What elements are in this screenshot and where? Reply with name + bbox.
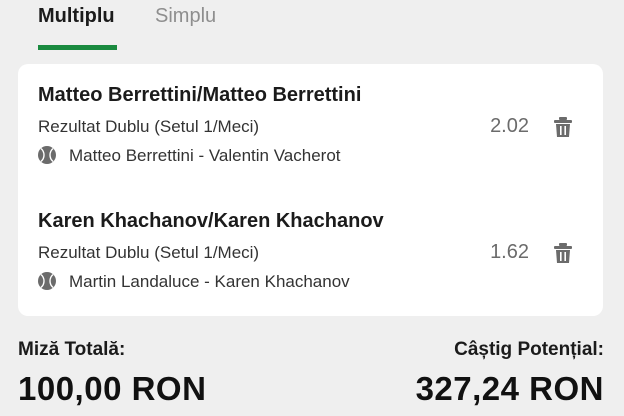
potential-win-label: Câștig Potențial: — [454, 339, 604, 360]
bet-odds: 1.62 — [490, 241, 529, 263]
bet-type-tabs: Multiplu Simplu — [0, 0, 624, 52]
bet-market: Rezultat Dublu (Setul 1/Meci) — [38, 243, 260, 262]
bet-selection-title: Karen Khachanov/Karen Khachanov — [38, 210, 384, 232]
tab-multiplu[interactable]: Multiplu — [38, 5, 115, 28]
bet-selection-title: Matteo Berrettini/Matteo Berrettini — [38, 84, 362, 106]
trash-icon[interactable] — [553, 116, 573, 138]
total-stake-value[interactable]: 100,00 RON — [18, 370, 206, 408]
bet-event: Martin Landaluce - Karen Khachanov — [69, 272, 350, 291]
bet-market: Rezultat Dublu (Setul 1/Meci) — [38, 117, 260, 136]
trash-icon[interactable] — [553, 242, 573, 264]
tennis-ball-icon — [38, 272, 56, 290]
bet-odds: 2.02 — [490, 115, 529, 137]
bet-event: Matteo Berrettini - Valentin Vacherot — [69, 146, 341, 165]
potential-win-value: 327,24 RON — [415, 370, 604, 407]
tab-simplu[interactable]: Simplu — [155, 5, 216, 28]
bet-item: Matteo Berrettini/Matteo Berrettini Rezu… — [18, 84, 603, 194]
betslip-card: Matteo Berrettini/Matteo Berrettini Rezu… — [18, 64, 603, 316]
bet-item: Karen Khachanov/Karen Khachanov Rezultat… — [18, 210, 603, 320]
active-tab-indicator — [38, 45, 117, 50]
tennis-ball-icon — [38, 146, 56, 164]
total-stake-label: Miză Totală: — [18, 339, 126, 360]
